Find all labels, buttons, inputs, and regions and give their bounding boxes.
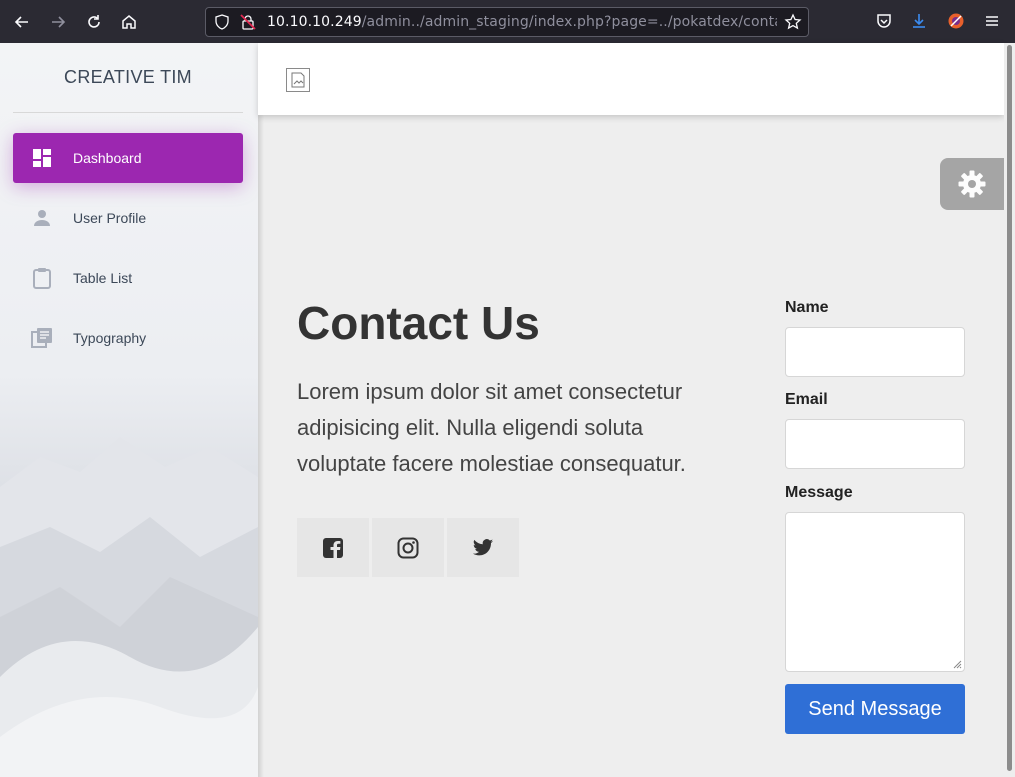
browser-toolbar: 10.10.10.249/admin../admin_staging/index…: [0, 0, 1015, 43]
instagram-button[interactable]: [372, 518, 444, 577]
dashboard-icon: [31, 147, 53, 169]
settings-button[interactable]: [940, 158, 1004, 210]
email-label: Email: [785, 391, 828, 408]
url-path: /admin../admin_staging/index.php?page=..…: [361, 14, 777, 30]
contact-title: Contact Us: [297, 297, 540, 349]
name-label: Name: [785, 299, 829, 316]
menu-icon[interactable]: [983, 12, 1001, 30]
name-field[interactable]: [785, 327, 965, 377]
sidebar-item-label: Dashboard: [73, 150, 142, 166]
sidebar-item-dashboard[interactable]: Dashboard: [13, 133, 243, 183]
url-host: 10.10.10.249: [267, 14, 362, 30]
facebook-button[interactable]: [297, 518, 369, 577]
url-text: 10.10.10.249/admin../admin_staging/index…: [267, 14, 777, 30]
reload-icon: [88, 15, 100, 28]
download-icon[interactable]: [910, 12, 928, 30]
library-books-icon: [31, 327, 53, 349]
instagram-icon: [397, 537, 419, 558]
address-bar[interactable]: 10.10.10.249/admin../admin_staging/index…: [205, 7, 809, 37]
sidebar-item-label: User Profile: [73, 210, 147, 226]
gear-icon: [958, 170, 986, 198]
scrollbar-thumb[interactable]: [1007, 45, 1012, 771]
twitter-button[interactable]: [447, 518, 519, 577]
sidebar-background-image: [0, 437, 258, 777]
home-button[interactable]: [115, 8, 143, 36]
message-label: Message: [785, 484, 853, 501]
clipboard-icon: [31, 267, 53, 289]
home-icon: [122, 15, 136, 29]
sidebar-shadow: [258, 43, 264, 777]
sidebar-item-typography[interactable]: Typography: [13, 313, 243, 363]
sidebar-item-table-list[interactable]: Table List: [13, 253, 243, 303]
top-navbar: [258, 43, 1004, 115]
sidebar-item-user-profile[interactable]: User Profile: [13, 193, 243, 243]
message-textarea[interactable]: [785, 512, 965, 672]
shield-icon: [215, 14, 229, 30]
contact-description: Lorem ipsum dolor sit amet consectetur a…: [297, 379, 686, 476]
forward-button[interactable]: [44, 8, 72, 36]
brand-logo[interactable]: CREATIVE TIM: [13, 43, 243, 113]
facebook-icon: [323, 537, 343, 558]
insecure-lock-icon: [240, 14, 256, 30]
sidebar-item-label: Table List: [73, 270, 133, 286]
arrow-left-icon: [14, 16, 28, 28]
broken-image-icon: [286, 68, 310, 92]
bookmark-star-icon[interactable]: [784, 13, 802, 31]
page-scrollbar[interactable]: [1004, 43, 1015, 777]
send-message-button[interactable]: Send Message: [785, 684, 965, 734]
sidebar-item-label: Typography: [73, 330, 147, 346]
pocket-icon[interactable]: [875, 12, 893, 30]
reload-button[interactable]: [80, 8, 108, 36]
person-icon: [31, 207, 53, 229]
twitter-icon: [472, 538, 494, 555]
arrow-right-icon: [52, 16, 66, 28]
extension-icon[interactable]: [947, 12, 965, 30]
resize-grip-icon[interactable]: [953, 660, 962, 669]
back-button[interactable]: [8, 8, 36, 36]
email-field[interactable]: [785, 419, 965, 469]
sidebar: CREATIVE TIM Dashboard User Profile Tabl…: [0, 43, 258, 777]
